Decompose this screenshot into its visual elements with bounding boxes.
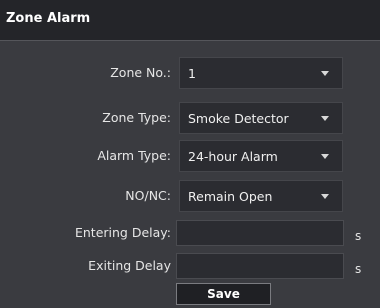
zone-type-select[interactable]: Smoke Detector	[179, 102, 343, 134]
title-bar: Zone Alarm	[0, 0, 380, 41]
caret-down-icon	[321, 154, 329, 159]
no-nc-value: Remain Open	[188, 189, 273, 204]
zone-no-label: Zone No.:	[110, 65, 171, 80]
exiting-delay-label: Exiting Delay	[88, 258, 171, 273]
zone-type-label: Zone Type:	[102, 110, 171, 125]
caret-down-icon	[321, 194, 329, 199]
no-nc-row: NO/NC: Remain Open	[0, 180, 380, 212]
zone-alarm-panel: Zone Alarm Zone No.: 1 Zone Type: Smoke …	[0, 0, 380, 308]
zone-type-row: Zone Type: Smoke Detector	[0, 102, 380, 134]
entering-delay-unit: s	[355, 229, 362, 243]
exiting-delay-unit: s	[355, 262, 362, 276]
alarm-type-select[interactable]: 24-hour Alarm	[179, 140, 343, 172]
entering-delay-row: Entering Delay: s	[0, 220, 380, 252]
entering-delay-input[interactable]	[176, 220, 344, 246]
entering-delay-label: Entering Delay:	[74, 225, 171, 240]
alarm-type-value: 24-hour Alarm	[188, 149, 278, 164]
window-title: Zone Alarm	[6, 11, 91, 26]
no-nc-select[interactable]: Remain Open	[179, 180, 343, 212]
alarm-type-label: Alarm Type:	[97, 148, 171, 163]
caret-down-icon	[321, 71, 329, 76]
zone-no-row: Zone No.: 1	[0, 57, 380, 89]
caret-down-icon	[321, 116, 329, 121]
exiting-delay-row: Exiting Delay s	[0, 253, 380, 285]
save-button[interactable]: Save	[176, 283, 271, 305]
exiting-delay-input[interactable]	[176, 253, 344, 279]
zone-no-select[interactable]: 1	[179, 57, 343, 89]
zone-type-value: Smoke Detector	[188, 111, 289, 126]
zone-no-value: 1	[188, 66, 196, 81]
no-nc-label: NO/NC:	[125, 188, 171, 203]
alarm-type-row: Alarm Type: 24-hour Alarm	[0, 140, 380, 172]
